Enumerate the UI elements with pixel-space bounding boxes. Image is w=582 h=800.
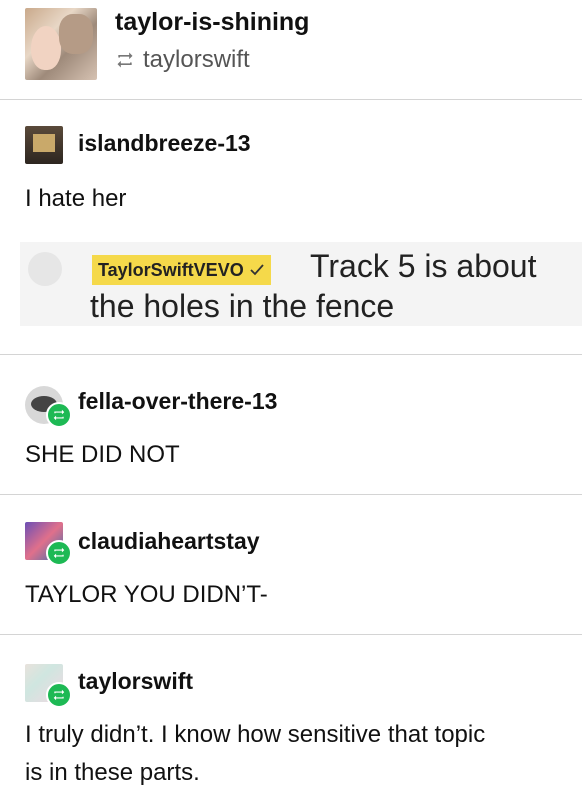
quote-line-2: the holes in the fence <box>90 288 395 324</box>
avatar-face <box>31 26 61 70</box>
blog-avatar[interactable] <box>25 8 97 80</box>
quote-line-1: Track 5 is about <box>310 248 537 284</box>
reblog-badge-icon <box>46 540 72 566</box>
post-text-line-2: is in these parts. <box>25 759 200 786</box>
divider <box>0 99 582 100</box>
divider <box>0 634 582 635</box>
post-username[interactable]: claudiaheartstay <box>78 528 260 555</box>
user-avatar[interactable] <box>25 126 63 164</box>
checkmark-icon <box>250 264 264 276</box>
quote-handle-badge: TaylorSwiftVEVO <box>92 255 271 285</box>
reblog-badge-icon <box>46 682 72 708</box>
quote-avatar <box>28 252 62 286</box>
post-text: SHE DID NOT <box>25 441 180 468</box>
divider <box>0 494 582 495</box>
avatar-cat <box>59 14 93 54</box>
post-username[interactable]: taylorswift <box>78 668 193 695</box>
post-username[interactable]: islandbreeze-13 <box>78 130 251 157</box>
quoted-tweet: TaylorSwiftVEVO Track 5 is about the hol… <box>20 242 582 326</box>
blog-name[interactable]: taylor-is-shining <box>115 8 309 37</box>
reblog-badge-icon <box>46 402 72 428</box>
reblog-icon <box>117 52 133 68</box>
post-text: TAYLOR YOU DIDN’T- <box>25 581 268 608</box>
quote-handle: TaylorSwiftVEVO <box>98 260 244 280</box>
reblog-source-name: taylorswift <box>143 46 250 73</box>
reblog-source[interactable]: taylorswift <box>115 46 250 74</box>
post-header: taylor-is-shining taylorswift <box>0 0 582 100</box>
post-text-line-1: I truly didn’t. I know how sensitive tha… <box>25 721 486 748</box>
post-username[interactable]: fella-over-there-13 <box>78 388 277 415</box>
divider <box>0 354 582 355</box>
post-text: I hate her <box>25 185 127 212</box>
